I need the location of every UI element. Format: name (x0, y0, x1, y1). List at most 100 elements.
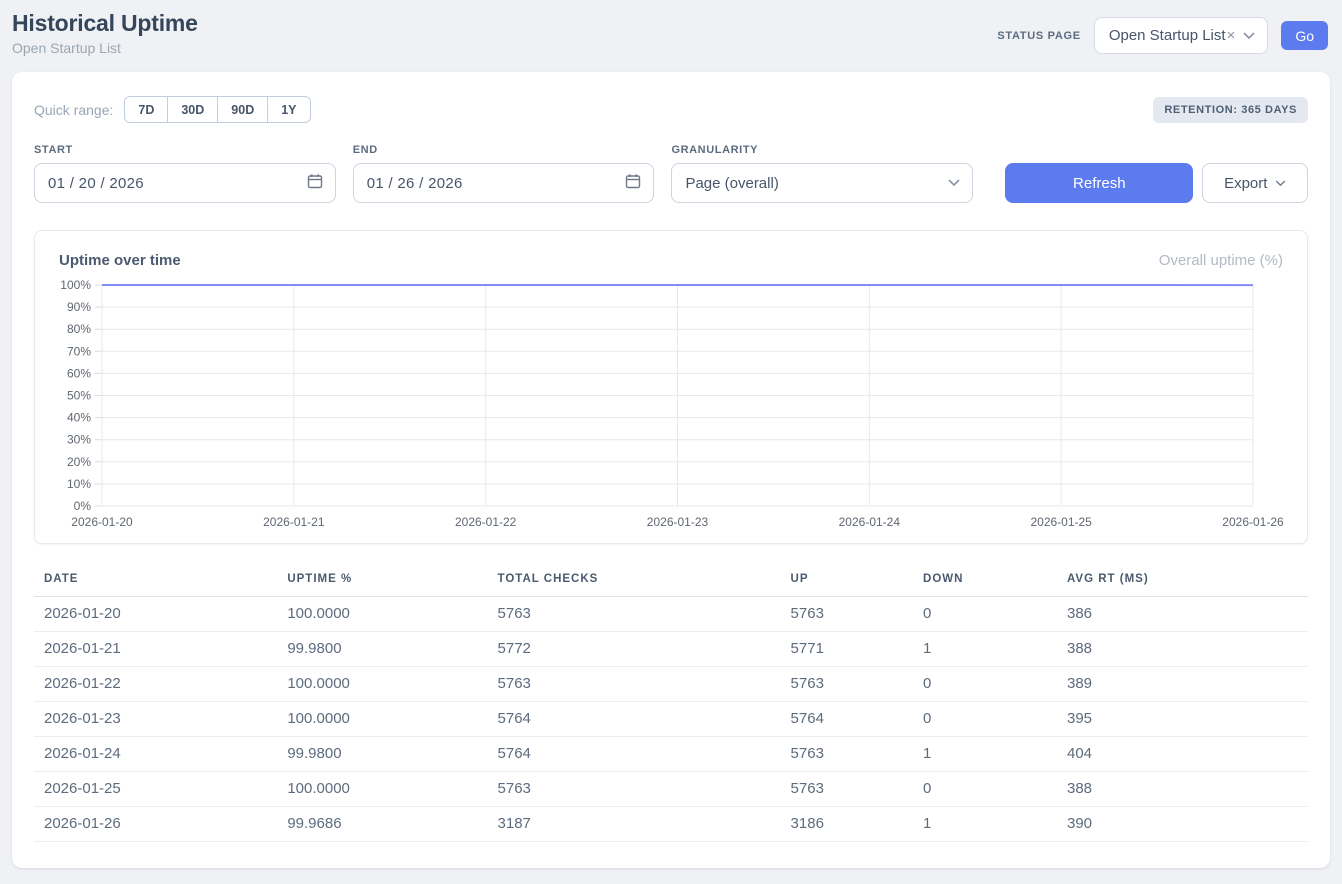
table-cell: 0 (913, 597, 1057, 632)
svg-text:2026-01-22: 2026-01-22 (455, 515, 517, 529)
quick-range-90d[interactable]: 90D (217, 96, 268, 123)
quick-range-label: Quick range: (34, 102, 113, 118)
table-cell: 5771 (781, 632, 913, 667)
svg-text:2026-01-20: 2026-01-20 (71, 515, 133, 529)
table-cell: 5772 (488, 632, 781, 667)
end-date-input[interactable]: 01 / 26 / 2026 (353, 163, 655, 203)
start-date-label: START (34, 144, 336, 156)
svg-text:60%: 60% (67, 366, 91, 380)
page-title: Historical Uptime (12, 10, 198, 37)
table-row: 2026-01-22100.0000576357630389 (34, 667, 1308, 702)
table-cell: 2026-01-21 (34, 632, 277, 667)
table-cell: 386 (1057, 597, 1308, 632)
controls-row: START 01 / 20 / 2026 END 01 / 26 / 2026 (34, 144, 1308, 203)
export-button[interactable]: Export (1202, 163, 1308, 203)
table-cell: 1 (913, 807, 1057, 842)
svg-text:40%: 40% (67, 411, 91, 425)
retention-badge: RETENTION: 365 DAYS (1153, 97, 1308, 123)
chevron-down-icon (1275, 180, 1286, 187)
end-date-label: END (353, 144, 655, 156)
table-cell: 100.0000 (277, 772, 487, 807)
quick-range-30d[interactable]: 30D (167, 96, 218, 123)
start-date-value: 01 / 20 / 2026 (48, 175, 144, 192)
column-header: UPTIME % (277, 567, 487, 597)
start-date-input[interactable]: 01 / 20 / 2026 (34, 163, 336, 203)
table-cell: 5764 (488, 702, 781, 737)
quick-range-group: 7D30D90D1Y (124, 96, 310, 123)
table-cell: 3186 (781, 807, 913, 842)
svg-text:50%: 50% (67, 389, 91, 403)
table-body: 2026-01-20100.00005763576303862026-01-21… (34, 597, 1308, 842)
table-cell: 2026-01-26 (34, 807, 277, 842)
column-header: AVG RT (MS) (1057, 567, 1308, 597)
table-row: 2026-01-23100.0000576457640395 (34, 702, 1308, 737)
table-cell: 5764 (488, 737, 781, 772)
historical-uptime-page: Historical Uptime Open Startup List STAT… (0, 0, 1342, 884)
table-cell: 3187 (488, 807, 781, 842)
table-row: 2026-01-2199.9800577257711388 (34, 632, 1308, 667)
table-cell: 2026-01-22 (34, 667, 277, 702)
page-subtitle: Open Startup List (12, 40, 198, 56)
svg-text:80%: 80% (67, 322, 91, 336)
status-page-select[interactable]: Open Startup List × (1094, 17, 1269, 54)
svg-text:70%: 70% (67, 344, 91, 358)
uptime-chart: 0%10%20%30%40%50%60%70%80%90%100%2026-01… (59, 279, 1285, 531)
status-page-label: STATUS PAGE (997, 30, 1080, 42)
table-cell: 99.9800 (277, 632, 487, 667)
granularity-label: GRANULARITY (671, 144, 973, 156)
status-page-selected-value: Open Startup List (1109, 27, 1226, 44)
table-row: 2026-01-20100.0000576357630386 (34, 597, 1308, 632)
table-cell: 2026-01-25 (34, 772, 277, 807)
svg-text:2026-01-23: 2026-01-23 (647, 515, 709, 529)
quick-range-row: Quick range: 7D30D90D1Y RETENTION: 365 D… (34, 96, 1308, 123)
clear-icon[interactable]: × (1227, 27, 1236, 44)
table-cell: 5763 (781, 667, 913, 702)
table-cell: 2026-01-23 (34, 702, 277, 737)
svg-text:2026-01-25: 2026-01-25 (1030, 515, 1092, 529)
uptime-table: DATEUPTIME %TOTAL CHECKSUPDOWNAVG RT (MS… (34, 567, 1308, 842)
export-button-label: Export (1224, 175, 1267, 192)
table-cell: 100.0000 (277, 702, 487, 737)
go-button[interactable]: Go (1281, 21, 1328, 50)
calendar-icon[interactable] (625, 173, 641, 193)
uptime-chart-card: Uptime over time Overall uptime (%) 0%10… (34, 230, 1308, 544)
svg-text:2026-01-26: 2026-01-26 (1222, 515, 1284, 529)
column-header: TOTAL CHECKS (488, 567, 781, 597)
quick-range-7d[interactable]: 7D (124, 96, 168, 123)
quick-range-1y[interactable]: 1Y (267, 96, 310, 123)
table-cell: 100.0000 (277, 667, 487, 702)
svg-text:0%: 0% (74, 499, 92, 513)
table-row: 2026-01-2499.9800576457631404 (34, 737, 1308, 772)
refresh-button[interactable]: Refresh (1005, 163, 1193, 203)
table-cell: 0 (913, 702, 1057, 737)
table-cell: 2026-01-24 (34, 737, 277, 772)
svg-text:30%: 30% (67, 433, 91, 447)
table-cell: 388 (1057, 772, 1308, 807)
calendar-icon[interactable] (307, 173, 323, 193)
end-date-value: 01 / 26 / 2026 (367, 175, 463, 192)
column-header: DOWN (913, 567, 1057, 597)
start-date-group: START 01 / 20 / 2026 (34, 144, 336, 203)
granularity-group: GRANULARITY Page (overall) (671, 144, 973, 203)
svg-text:90%: 90% (67, 300, 91, 314)
table-cell: 404 (1057, 737, 1308, 772)
table-cell: 390 (1057, 807, 1308, 842)
granularity-value: Page (overall) (685, 175, 778, 192)
svg-text:2026-01-24: 2026-01-24 (839, 515, 901, 529)
table-row: 2026-01-2699.9686318731861390 (34, 807, 1308, 842)
table-cell: 100.0000 (277, 597, 487, 632)
chart-title: Uptime over time (59, 252, 181, 269)
chart-header: Uptime over time Overall uptime (%) (59, 252, 1283, 269)
table-cell: 1 (913, 632, 1057, 667)
granularity-select[interactable]: Page (overall) (671, 163, 973, 203)
chevron-down-icon (1243, 32, 1255, 40)
end-date-group: END 01 / 26 / 2026 (353, 144, 655, 203)
table-cell: 5763 (488, 597, 781, 632)
status-page-picker: STATUS PAGE Open Startup List × Go (997, 17, 1328, 54)
table-cell: 5763 (781, 597, 913, 632)
chevron-down-icon (948, 179, 960, 187)
table-cell: 388 (1057, 632, 1308, 667)
title-block: Historical Uptime Open Startup List (12, 10, 198, 56)
table-cell: 0 (913, 667, 1057, 702)
table-row: 2026-01-25100.0000576357630388 (34, 772, 1308, 807)
